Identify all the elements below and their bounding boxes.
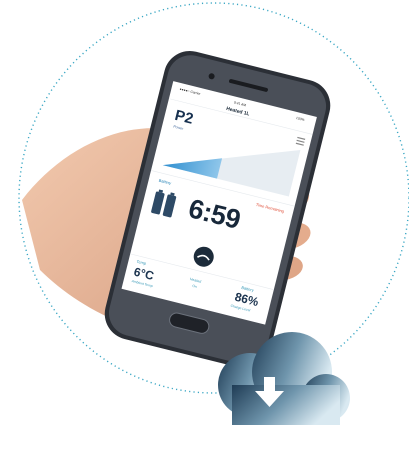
status-battery: 100% bbox=[295, 115, 305, 122]
remaining-label: Time Remaining bbox=[255, 201, 285, 214]
battery-label: Battery bbox=[158, 177, 172, 186]
status-time: 9:41 AM bbox=[233, 100, 247, 108]
heated-sub: On bbox=[191, 283, 198, 289]
heated-label: Heated bbox=[189, 277, 202, 284]
app-title: Heated 1L bbox=[225, 105, 251, 118]
status-carrier: ●●●●○ Carrier bbox=[179, 86, 201, 97]
time-remaining: 6:59 bbox=[185, 193, 244, 235]
